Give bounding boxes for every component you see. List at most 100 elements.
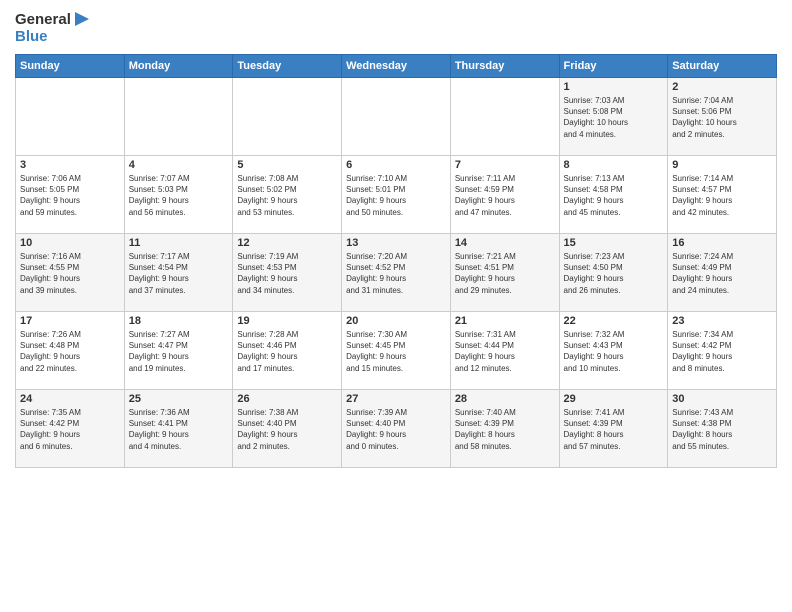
day-info: Sunrise: 7:04 AM Sunset: 5:06 PM Dayligh… — [672, 95, 772, 140]
day-info: Sunrise: 7:06 AM Sunset: 5:05 PM Dayligh… — [20, 173, 120, 218]
day-number: 9 — [672, 159, 772, 171]
day-info: Sunrise: 7:17 AM Sunset: 4:54 PM Dayligh… — [129, 251, 229, 296]
calendar-cell: 1 Sunrise: 7:03 AM Sunset: 5:08 PM Daylig… — [559, 78, 668, 156]
calendar-cell — [124, 78, 233, 156]
day-number: 23 — [672, 315, 772, 327]
header-saturday: Saturday — [668, 55, 777, 78]
logo-arrow-icon — [73, 10, 91, 28]
day-number: 5 — [237, 159, 337, 171]
day-number: 8 — [564, 159, 664, 171]
day-info: Sunrise: 7:27 AM Sunset: 4:47 PM Dayligh… — [129, 329, 229, 374]
day-info: Sunrise: 7:35 AM Sunset: 4:42 PM Dayligh… — [20, 407, 120, 452]
day-info: Sunrise: 7:28 AM Sunset: 4:46 PM Dayligh… — [237, 329, 337, 374]
calendar-week-2: 3 Sunrise: 7:06 AM Sunset: 5:05 PM Daylig… — [16, 156, 777, 234]
calendar-week-3: 10 Sunrise: 7:16 AM Sunset: 4:55 PM Dayli… — [16, 234, 777, 312]
day-number: 3 — [20, 159, 120, 171]
header-tuesday: Tuesday — [233, 55, 342, 78]
calendar-cell: 3 Sunrise: 7:06 AM Sunset: 5:05 PM Daylig… — [16, 156, 125, 234]
day-info: Sunrise: 7:41 AM Sunset: 4:39 PM Dayligh… — [564, 407, 664, 452]
day-info: Sunrise: 7:07 AM Sunset: 5:03 PM Dayligh… — [129, 173, 229, 218]
calendar-cell: 18 Sunrise: 7:27 AM Sunset: 4:47 PM Dayli… — [124, 312, 233, 390]
logo-general-text: General — [15, 11, 71, 28]
day-info: Sunrise: 7:30 AM Sunset: 4:45 PM Dayligh… — [346, 329, 446, 374]
day-info: Sunrise: 7:10 AM Sunset: 5:01 PM Dayligh… — [346, 173, 446, 218]
header-friday: Friday — [559, 55, 668, 78]
calendar-cell: 25 Sunrise: 7:36 AM Sunset: 4:41 PM Dayli… — [124, 390, 233, 468]
calendar-cell: 21 Sunrise: 7:31 AM Sunset: 4:44 PM Dayli… — [450, 312, 559, 390]
day-info: Sunrise: 7:34 AM Sunset: 4:42 PM Dayligh… — [672, 329, 772, 374]
calendar-cell — [16, 78, 125, 156]
day-number: 28 — [455, 393, 555, 405]
calendar-cell — [342, 78, 451, 156]
day-info: Sunrise: 7:32 AM Sunset: 4:43 PM Dayligh… — [564, 329, 664, 374]
calendar-cell: 17Sunrise: 7:26 AM Sunset: 4:48 PM Dayli… — [16, 312, 125, 390]
calendar-cell: 20 Sunrise: 7:30 AM Sunset: 4:45 PM Dayli… — [342, 312, 451, 390]
calendar-cell: 29 Sunrise: 7:41 AM Sunset: 4:39 PM Dayli… — [559, 390, 668, 468]
calendar-cell: 9 Sunrise: 7:14 AM Sunset: 4:57 PM Daylig… — [668, 156, 777, 234]
day-info: Sunrise: 7:03 AM Sunset: 5:08 PM Dayligh… — [564, 95, 664, 140]
calendar-cell — [450, 78, 559, 156]
day-info: Sunrise: 7:14 AM Sunset: 4:57 PM Dayligh… — [672, 173, 772, 218]
day-number: 29 — [564, 393, 664, 405]
day-number: 7 — [455, 159, 555, 171]
day-info: Sunrise: 7:43 AM Sunset: 4:38 PM Dayligh… — [672, 407, 772, 452]
day-info: Sunrise: 7:19 AM Sunset: 4:53 PM Dayligh… — [237, 251, 337, 296]
day-number: 4 — [129, 159, 229, 171]
day-number: 24 — [20, 393, 120, 405]
calendar-week-1: 1 Sunrise: 7:03 AM Sunset: 5:08 PM Daylig… — [16, 78, 777, 156]
calendar-cell: 26Sunrise: 7:38 AM Sunset: 4:40 PM Dayli… — [233, 390, 342, 468]
day-info: Sunrise: 7:16 AM Sunset: 4:55 PM Dayligh… — [20, 251, 120, 296]
day-number: 26 — [237, 393, 337, 405]
logo: General Blue — [15, 10, 91, 46]
day-info: Sunrise: 7:21 AM Sunset: 4:51 PM Dayligh… — [455, 251, 555, 296]
logo-blue-text: Blue — [15, 28, 48, 45]
calendar-header-row: SundayMondayTuesdayWednesdayThursdayFrid… — [16, 55, 777, 78]
calendar-week-5: 24 Sunrise: 7:35 AM Sunset: 4:42 PM Dayli… — [16, 390, 777, 468]
day-number: 20 — [346, 315, 446, 327]
calendar-cell: 15Sunrise: 7:23 AM Sunset: 4:50 PM Dayli… — [559, 234, 668, 312]
day-number: 13 — [346, 237, 446, 249]
header-sunday: Sunday — [16, 55, 125, 78]
day-info: Sunrise: 7:08 AM Sunset: 5:02 PM Dayligh… — [237, 173, 337, 218]
calendar-cell: 5 Sunrise: 7:08 AM Sunset: 5:02 PM Daylig… — [233, 156, 342, 234]
header-thursday: Thursday — [450, 55, 559, 78]
day-info: Sunrise: 7:24 AM Sunset: 4:49 PM Dayligh… — [672, 251, 772, 296]
calendar-cell: 22Sunrise: 7:32 AM Sunset: 4:43 PM Dayli… — [559, 312, 668, 390]
calendar-cell: 2 Sunrise: 7:04 AM Sunset: 5:06 PM Daylig… — [668, 78, 777, 156]
day-number: 16 — [672, 237, 772, 249]
day-number: 12 — [237, 237, 337, 249]
calendar-cell: 13 Sunrise: 7:20 AM Sunset: 4:52 PM Dayli… — [342, 234, 451, 312]
day-info: Sunrise: 7:31 AM Sunset: 4:44 PM Dayligh… — [455, 329, 555, 374]
day-info: Sunrise: 7:39 AM Sunset: 4:40 PM Dayligh… — [346, 407, 446, 452]
day-number: 19 — [237, 315, 337, 327]
day-number: 25 — [129, 393, 229, 405]
day-number: 21 — [455, 315, 555, 327]
calendar-cell: 16 Sunrise: 7:24 AM Sunset: 4:49 PM Dayli… — [668, 234, 777, 312]
calendar-cell: 28 Sunrise: 7:40 AM Sunset: 4:39 PM Dayli… — [450, 390, 559, 468]
calendar-cell: 27Sunrise: 7:39 AM Sunset: 4:40 PM Dayli… — [342, 390, 451, 468]
day-info: Sunrise: 7:13 AM Sunset: 4:58 PM Dayligh… — [564, 173, 664, 218]
calendar-cell — [233, 78, 342, 156]
day-number: 15 — [564, 237, 664, 249]
calendar-cell: 23 Sunrise: 7:34 AM Sunset: 4:42 PM Dayli… — [668, 312, 777, 390]
day-number: 17 — [20, 315, 120, 327]
logo-block: General Blue — [15, 10, 91, 46]
day-number: 18 — [129, 315, 229, 327]
calendar-cell: 14 Sunrise: 7:21 AM Sunset: 4:51 PM Dayli… — [450, 234, 559, 312]
day-info: Sunrise: 7:20 AM Sunset: 4:52 PM Dayligh… — [346, 251, 446, 296]
day-number: 14 — [455, 237, 555, 249]
calendar-cell: 7Sunrise: 7:11 AM Sunset: 4:59 PM Daylig… — [450, 156, 559, 234]
day-number: 6 — [346, 159, 446, 171]
day-number: 11 — [129, 237, 229, 249]
calendar-cell: 24 Sunrise: 7:35 AM Sunset: 4:42 PM Dayli… — [16, 390, 125, 468]
header: General Blue — [15, 10, 777, 46]
calendar-cell: 11 Sunrise: 7:17 AM Sunset: 4:54 PM Dayli… — [124, 234, 233, 312]
day-number: 10 — [20, 237, 120, 249]
day-number: 1 — [564, 81, 664, 93]
header-wednesday: Wednesday — [342, 55, 451, 78]
day-number: 30 — [672, 393, 772, 405]
day-info: Sunrise: 7:40 AM Sunset: 4:39 PM Dayligh… — [455, 407, 555, 452]
day-number: 2 — [672, 81, 772, 93]
calendar-cell: 19 Sunrise: 7:28 AM Sunset: 4:46 PM Dayli… — [233, 312, 342, 390]
day-info: Sunrise: 7:36 AM Sunset: 4:41 PM Dayligh… — [129, 407, 229, 452]
